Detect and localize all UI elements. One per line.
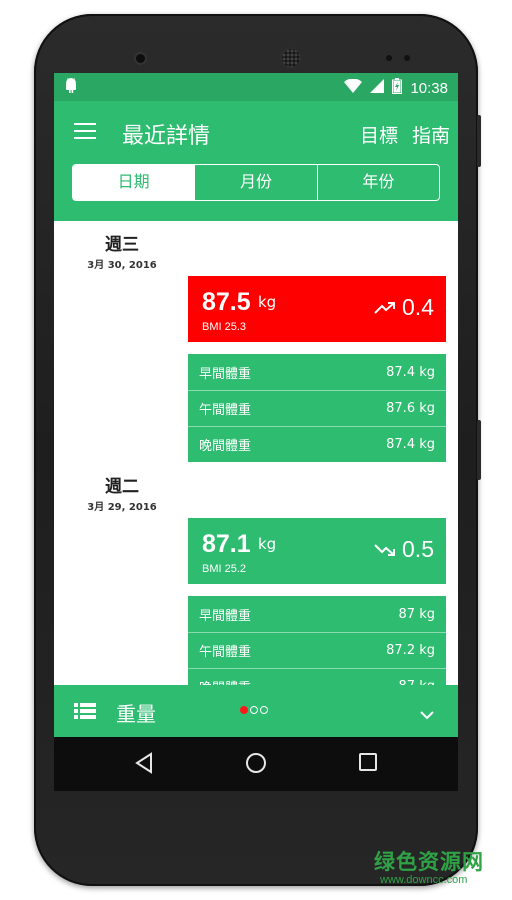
bmi-value: BMI 25.2 — [202, 563, 247, 575]
weight-history-list[interactable]: 週三 3月 30, 2016 87.5 kg BMI 25.3 0.4 早間體重… — [54, 221, 458, 704]
entry-date: 3月 29, 2016 — [87, 502, 157, 513]
daily-weight-card[interactable]: 87.5 kg BMI 25.3 0.4 — [188, 276, 446, 342]
watermark-url: www.downcc.com — [380, 874, 468, 886]
recents-nav-icon[interactable] — [358, 752, 378, 776]
metric-label: 重量 — [116, 702, 156, 726]
detail-row-noon: 午間體重 87.6 kg — [188, 390, 446, 426]
cell-signal-icon — [370, 79, 385, 97]
page-dot-active — [240, 706, 248, 714]
detail-row-evening: 晚間體重 87.4 kg — [188, 426, 446, 462]
goal-button[interactable]: 目標 — [360, 121, 398, 148]
proximity-sensor — [386, 55, 392, 61]
detail-label: 早間體重 — [199, 608, 252, 624]
daily-weight-value: 87.5 — [202, 288, 251, 316]
weight-unit: kg — [258, 535, 277, 553]
app-bar: 最近詳情 目標 指南 日期 月份 年份 — [54, 101, 458, 221]
detail-value: 87.6 kg — [386, 401, 435, 416]
detail-label: 午間體重 — [199, 403, 252, 418]
detail-label: 早間體重 — [199, 366, 252, 382]
period-tabs: 日期 月份 年份 — [72, 164, 440, 201]
detail-value: 87.4 kg — [386, 364, 435, 380]
status-bar: 10:38 — [54, 73, 458, 101]
detail-label: 午間體重 — [199, 645, 252, 660]
weight-unit: kg — [258, 293, 277, 311]
page-dot — [260, 706, 268, 714]
page-dot — [250, 706, 258, 714]
daily-weight-value: 87.1 — [202, 530, 251, 558]
trend-value: 0.4 — [402, 294, 434, 320]
app-screen: 10:38 最近詳情 目標 指南 日期 月份 年份 週三 3月 30, 2016… — [54, 73, 458, 791]
earpiece-speaker — [282, 49, 300, 67]
status-time: 10:38 — [410, 79, 448, 97]
page-indicator — [240, 706, 268, 714]
detail-row-morning: 早間體重 87.4 kg — [188, 354, 446, 390]
volume-button — [477, 420, 481, 480]
bottom-metric-bar[interactable]: 重量 — [54, 685, 458, 737]
tab-month[interactable]: 月份 — [194, 165, 316, 200]
trend-value: 0.5 — [402, 536, 434, 562]
home-nav-icon[interactable] — [245, 752, 267, 778]
detail-value: 87.2 kg — [386, 643, 435, 658]
detail-value: 87 kg — [398, 606, 435, 622]
detail-label: 晚間體重 — [199, 439, 252, 454]
detail-value: 87.4 kg — [386, 437, 435, 452]
entry-date: 3月 30, 2016 — [87, 260, 157, 271]
trend-up-icon — [374, 294, 396, 321]
android-icon — [64, 78, 78, 98]
light-sensor — [404, 55, 410, 61]
hamburger-menu-icon[interactable] — [74, 123, 96, 141]
tab-year[interactable]: 年份 — [316, 165, 439, 200]
detail-row-morning: 早間體重 87 kg — [188, 596, 446, 632]
detail-row-noon: 午間體重 87.2 kg — [188, 632, 446, 668]
entry-weekday: 週三 — [105, 235, 139, 255]
daily-weight-card[interactable]: 87.1 kg BMI 25.2 0.5 — [188, 518, 446, 584]
page-title: 最近詳情 — [122, 124, 211, 149]
wifi-icon — [344, 78, 363, 97]
power-button — [477, 115, 481, 167]
bmi-value: BMI 25.3 — [202, 321, 247, 333]
system-nav-bar — [54, 737, 458, 791]
guide-button[interactable]: 指南 — [412, 121, 450, 148]
entry-weekday: 週二 — [105, 477, 139, 497]
battery-icon — [392, 78, 403, 98]
trend-down-icon — [374, 536, 396, 563]
list-icon[interactable] — [74, 703, 96, 719]
weight-detail-panel: 早間體重 87.4 kg 午間體重 87.6 kg 晚間體重 87.4 kg — [188, 354, 446, 462]
tab-date[interactable]: 日期 — [73, 165, 195, 200]
chevron-down-icon[interactable] — [420, 705, 434, 724]
front-camera — [136, 54, 145, 63]
back-nav-icon[interactable] — [134, 752, 154, 778]
watermark-logo: 绿色资源网 — [374, 850, 484, 874]
